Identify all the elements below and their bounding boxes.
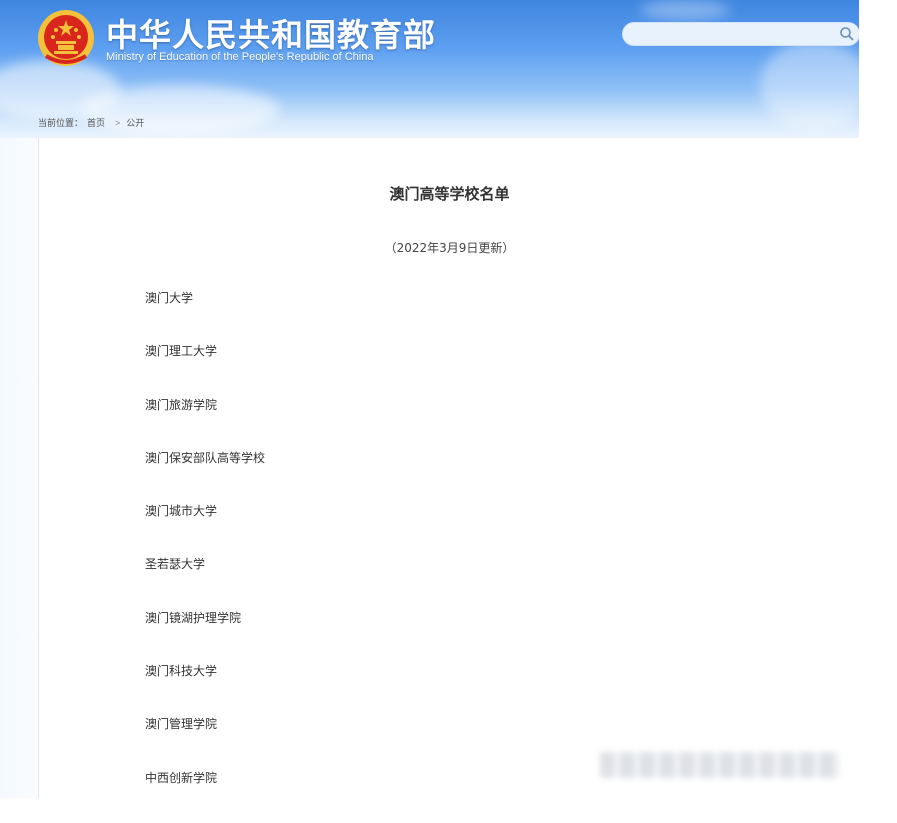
national-emblem-icon[interactable] (36, 8, 96, 68)
list-item: 澳门管理学院 (145, 717, 218, 732)
site-title[interactable]: 中华人民共和国教育部 (106, 10, 436, 56)
breadcrumb: 当前位置： 首页 > 公开 (38, 116, 148, 129)
list-item: 圣若瑟大学 (145, 557, 206, 572)
school-list: 澳门大学 澳门理工大学 澳门旅游学院 澳门保安部队高等学校 澳门城市大学 圣若瑟… (145, 290, 265, 823)
cloud-decoration (760, 40, 859, 130)
left-margin (0, 138, 38, 798)
site-header: 中华人民共和国教育部 Ministry of Education of the … (0, 0, 859, 138)
breadcrumb-current[interactable]: 公开 (126, 118, 144, 128)
content-panel: 澳门高等学校名单 （2022年3月9日更新） 澳门大学 澳门理工大学 澳门旅游学… (38, 138, 860, 798)
list-item: 中西创新学院 (145, 770, 218, 785)
page-title: 澳门高等学校名单 (389, 185, 510, 203)
list-item: 澳门城市大学 (145, 504, 218, 519)
breadcrumb-home-link[interactable]: 首页 (87, 118, 105, 128)
list-item: 澳门保安部队高等学校 (145, 450, 266, 465)
chevron-right-icon: > (115, 118, 121, 128)
update-date: （2022年3月9日更新） (384, 241, 515, 255)
blurred-watermark (600, 752, 840, 778)
list-item: 澳门镜湖护理学院 (145, 610, 242, 625)
cloud-decoration (640, 0, 730, 20)
search-input[interactable] (622, 22, 859, 46)
list-item: 澳门旅游学院 (145, 397, 218, 412)
search-icon[interactable] (839, 26, 855, 42)
site-subtitle: Ministry of Education of the People's Re… (106, 51, 374, 63)
list-item: 澳门科技大学 (145, 664, 218, 679)
list-item: 澳门大学 (145, 291, 194, 305)
list-item: 澳门理工大学 (145, 344, 218, 359)
breadcrumb-label: 当前位置： (38, 118, 84, 128)
